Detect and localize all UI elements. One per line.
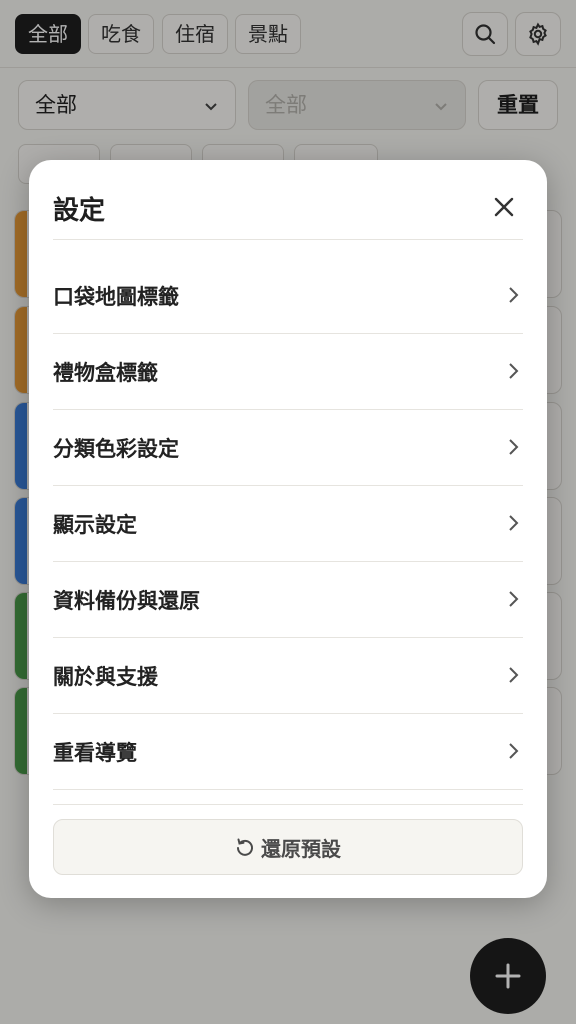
menu-item-label: 分類色彩設定	[53, 436, 179, 461]
chevron-right-icon	[509, 743, 519, 759]
menu-item-label: 資料備份與還原	[53, 588, 200, 613]
menu-item-backup-restore[interactable]: 資料備份與還原	[53, 562, 523, 638]
menu-item-label: 顯示設定	[53, 512, 137, 537]
menu-item-category-colors[interactable]: 分類色彩設定	[53, 410, 523, 486]
restore-icon	[237, 838, 253, 856]
close-icon	[494, 197, 514, 217]
chevron-right-icon	[509, 591, 519, 607]
menu-item-replay-tour[interactable]: 重看導覽	[53, 714, 523, 790]
modal-title: 設定	[53, 196, 106, 226]
close-button[interactable]	[487, 190, 521, 224]
menu-item-label: 重看導覽	[53, 740, 137, 765]
menu-item-label: 口袋地圖標籤	[53, 284, 179, 309]
chevron-right-icon	[509, 363, 519, 379]
menu-item-about-support[interactable]: 關於與支援	[53, 638, 523, 714]
menu-item-display-settings[interactable]: 顯示設定	[53, 486, 523, 562]
header-divider	[53, 239, 523, 240]
menu-item-label: 關於與支援	[53, 664, 158, 689]
menu-divider	[53, 790, 523, 805]
settings-menu: 口袋地圖標籤 禮物盒標籤 分類色彩設定 顯示設定 資料備份與還原 關於與支援 重…	[53, 258, 523, 805]
chevron-right-icon	[509, 667, 519, 683]
settings-modal: 設定 口袋地圖標籤 禮物盒標籤 分類色彩設定 顯示設定 資料備份與還原 關於與支…	[29, 160, 547, 898]
menu-item-gift-box-tags[interactable]: 禮物盒標籤	[53, 334, 523, 410]
menu-item-pocket-map-tags[interactable]: 口袋地圖標籤	[53, 258, 523, 334]
chevron-right-icon	[509, 439, 519, 455]
menu-item-label: 禮物盒標籤	[53, 360, 158, 385]
restore-defaults-button[interactable]: 還原預設	[53, 819, 523, 875]
chevron-right-icon	[509, 515, 519, 531]
restore-defaults-label: 還原預設	[261, 836, 341, 861]
chevron-right-icon	[509, 287, 519, 303]
